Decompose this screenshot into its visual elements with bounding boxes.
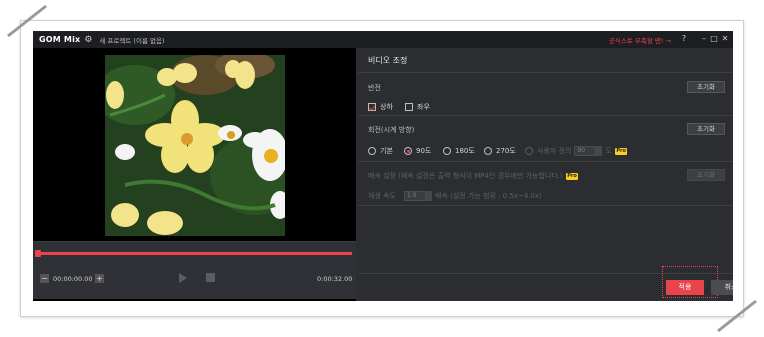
app-logo: GOM Mix bbox=[39, 35, 81, 44]
play-icon[interactable] bbox=[179, 273, 187, 283]
radio-disabled-icon bbox=[525, 147, 533, 155]
rotate-180-radio[interactable]: 180도 bbox=[443, 146, 475, 156]
rotate-reset-button[interactable]: 초기화 bbox=[687, 123, 725, 135]
radio-icon bbox=[484, 147, 492, 155]
radio-icon bbox=[368, 147, 376, 155]
custom-angle-input[interactable]: 90 bbox=[574, 146, 597, 156]
current-time: 00:00:00.00 bbox=[53, 275, 93, 283]
speed-row: 재생 속도 1.0 배속 (설정 가능 범위 : 0.5x~4.0x) bbox=[368, 191, 542, 201]
seek-bar[interactable] bbox=[37, 252, 352, 255]
radio-icon bbox=[443, 147, 451, 155]
maximize-button[interactable]: □ bbox=[709, 34, 719, 43]
total-time: 0:00:32.00 bbox=[317, 275, 353, 283]
rotate-180-label: 180도 bbox=[455, 147, 475, 155]
gom-mix-window: GOM Mix ⚙ 새 프로젝트 (이름 없음) 공식스토 부족할 땐! → ?… bbox=[33, 31, 733, 301]
checkbox-icon bbox=[405, 103, 413, 111]
speed-input[interactable]: 1.0 bbox=[404, 191, 426, 201]
flip-horizontal-label: 좌우 bbox=[417, 103, 430, 111]
speed-header: 배속 설정 (배속 설정은 출력 형식이 MP4인 경우에만 가능합니다.) P… bbox=[368, 171, 579, 181]
gear-icon[interactable]: ⚙ bbox=[84, 35, 94, 45]
flip-section: 반전 초기화 상하 좌우 bbox=[358, 74, 733, 116]
rotate-90-radio[interactable]: 90도 bbox=[404, 146, 431, 156]
speed-spinner[interactable] bbox=[426, 191, 432, 201]
cancel-button[interactable]: 취소 bbox=[711, 280, 733, 295]
apply-button[interactable]: 적용 bbox=[666, 280, 704, 295]
rotate-custom-radio[interactable]: 사용자 정의 90 도 Pro bbox=[525, 146, 628, 156]
playback-speed-label: 재생 속도 bbox=[368, 192, 396, 200]
stop-icon[interactable] bbox=[206, 273, 215, 282]
corner-accent bbox=[717, 299, 757, 333]
flip-reset-button[interactable]: 초기화 bbox=[687, 81, 725, 93]
rotate-section: 회전(시계 방향) 초기화 기본 90도 180도 270도 사용자 정의 90… bbox=[358, 116, 733, 162]
project-title: 새 프로젝트 (이름 없음) bbox=[99, 36, 165, 45]
checkbox-checked-icon bbox=[368, 103, 376, 111]
rotate-custom-label: 사용자 정의 bbox=[537, 147, 572, 155]
minimize-button[interactable]: – bbox=[699, 34, 709, 43]
rotate-default-radio[interactable]: 기본 bbox=[368, 146, 393, 156]
rotate-270-radio[interactable]: 270도 bbox=[484, 146, 516, 156]
step-forward-button[interactable]: + bbox=[95, 274, 104, 283]
speed-reset-button[interactable]: 초기화 bbox=[687, 169, 725, 181]
promo-link[interactable]: 공식스토 부족할 땐! → bbox=[609, 35, 671, 45]
rotate-90-label: 90도 bbox=[416, 147, 432, 155]
rotate-label: 회전(시계 방향) bbox=[368, 126, 415, 134]
rotate-270-label: 270도 bbox=[496, 147, 516, 155]
close-button[interactable]: ✕ bbox=[720, 34, 730, 43]
flip-vertical-label: 상하 bbox=[380, 103, 393, 111]
speed-range-note: 배속 (설정 가능 범위 : 0.5x~4.0x) bbox=[435, 192, 542, 200]
angle-spinner[interactable] bbox=[596, 146, 603, 156]
step-back-button[interactable]: − bbox=[40, 274, 49, 283]
radio-selected-icon bbox=[404, 147, 412, 155]
angle-unit: 도 bbox=[605, 147, 612, 155]
video-adjust-panel: 비디오 조정 반전 초기화 상하 좌우 회전(시계 방향) 초기화 기본 90도 bbox=[358, 48, 733, 301]
rotate-default-label: 기본 bbox=[380, 147, 393, 155]
flip-vertical-checkbox[interactable]: 상하 bbox=[368, 102, 393, 112]
flip-horizontal-checkbox[interactable]: 좌우 bbox=[405, 102, 430, 112]
help-icon[interactable]: ? bbox=[679, 34, 689, 43]
pro-badge: Pro bbox=[614, 147, 628, 155]
panel-title: 비디오 조정 bbox=[358, 48, 733, 73]
seek-handle[interactable] bbox=[35, 250, 41, 257]
speed-label: 배속 설정 (배속 설정은 출력 형식이 MP4인 경우에만 가능합니다.) bbox=[368, 172, 563, 180]
pro-badge: Pro bbox=[565, 172, 579, 180]
video-preview bbox=[105, 55, 285, 236]
flower-image bbox=[105, 55, 285, 236]
title-bar: GOM Mix ⚙ 새 프로젝트 (이름 없음) 공식스토 부족할 땐! → ?… bbox=[33, 31, 733, 48]
speed-section: 배속 설정 (배속 설정은 출력 형식이 MP4인 경우에만 가능합니다.) P… bbox=[358, 162, 733, 206]
video-preview-pane: − 00:00:00.00 + 0:00:32.00 bbox=[33, 48, 356, 301]
timeline-controls: − 00:00:00.00 + 0:00:32.00 bbox=[33, 241, 356, 299]
flip-label: 반전 bbox=[368, 84, 381, 92]
